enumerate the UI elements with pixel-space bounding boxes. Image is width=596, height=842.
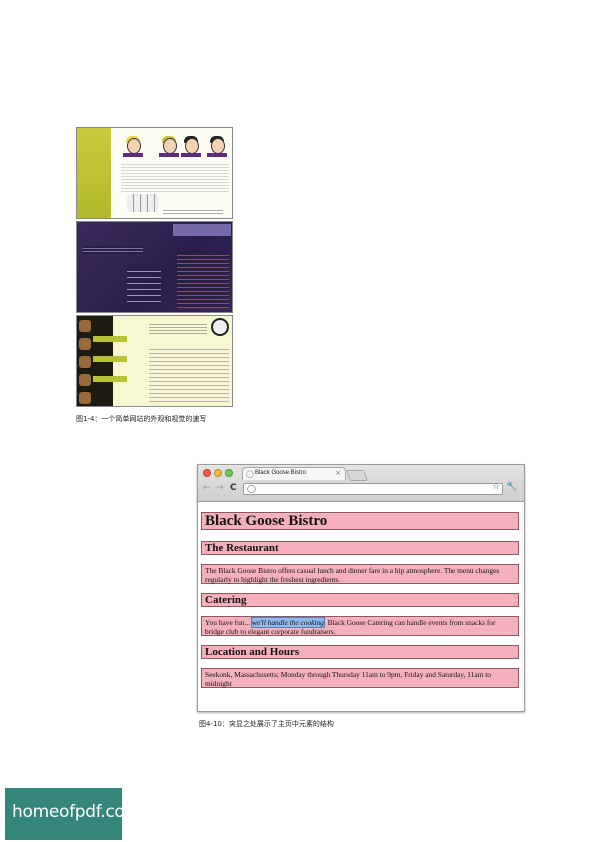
photo-thumbnail	[79, 338, 91, 350]
figure-caption: 图1-4：一个简单网站的外观和视觉的速写	[76, 415, 207, 423]
sketch-menu-item	[93, 336, 127, 342]
sketch-text-block	[149, 322, 207, 336]
coffee-cup-icon	[211, 318, 229, 336]
illustration-face	[159, 136, 179, 160]
close-icon[interactable]: ×	[335, 469, 341, 477]
section-heading: Location and Hours	[201, 645, 519, 659]
sketch-title-block	[173, 224, 231, 236]
section-paragraph: The Black Goose Bistro offers casual lun…	[201, 564, 519, 584]
sketch-menu	[127, 266, 161, 306]
paragraph-text: The Black Goose Bistro offers casual lun…	[205, 566, 500, 584]
maximize-window-button[interactable]	[225, 469, 233, 477]
close-window-button[interactable]	[203, 469, 211, 477]
forward-button[interactable]: →	[216, 483, 224, 493]
section-heading: Catering	[201, 593, 519, 607]
bookmark-star-icon[interactable]: ☆	[492, 482, 500, 492]
sketch-panel-1	[76, 127, 233, 219]
back-button[interactable]: ←	[203, 483, 211, 493]
section-heading: The Restaurant	[201, 541, 519, 555]
paragraph-text: You have fun... we'll handle the cooking…	[205, 617, 515, 636]
sketch-text-block	[149, 346, 229, 404]
section-heading-text: Catering	[205, 594, 247, 606]
page-heading: Black Goose Bistro	[201, 512, 519, 530]
sketch-sidebar	[77, 128, 111, 218]
watermark-logo: homeofpdf.com	[5, 788, 141, 840]
illustration-face	[207, 136, 227, 160]
reload-button[interactable]: C	[230, 483, 237, 493]
section-heading-text: Location and Hours	[205, 646, 300, 658]
photo-thumbnail	[79, 320, 91, 332]
sketch-panel-2	[76, 221, 233, 313]
page-icon: ◯	[246, 470, 254, 478]
section-paragraph: You have fun... we'll handle the cooking…	[201, 616, 519, 636]
new-tab-button[interactable]	[345, 470, 369, 481]
section-heading-text: The Restaurant	[205, 542, 279, 554]
section-paragraph: Seekonk, Massachusetts; Monday through T…	[201, 668, 519, 688]
sketch-menu-item	[93, 376, 127, 382]
sketch-panel-3	[76, 315, 233, 407]
sketch-text-block	[121, 162, 229, 192]
photo-thumbnail	[79, 374, 91, 386]
browser-window: ◯ Black Goose Bistro × ← → C ◯ ☆ 🔧 Black…	[197, 464, 525, 712]
sketch-text-block	[83, 246, 143, 254]
sketch-text-block	[163, 208, 223, 214]
watermark-text: homeofpdf.com	[12, 802, 141, 822]
wrench-icon[interactable]: 🔧	[506, 482, 517, 492]
paragraph-text: Seekonk, Massachusetts; Monday through T…	[205, 670, 492, 688]
browser-tab[interactable]: ◯ Black Goose Bistro ×	[242, 467, 346, 480]
photo-thumbnail	[79, 356, 91, 368]
sketch-text-block	[177, 252, 229, 308]
emphasis-text: we'll handle the cooking	[250, 617, 325, 628]
address-bar[interactable]: ◯	[243, 483, 503, 495]
page-heading-text: Black Goose Bistro	[205, 513, 328, 529]
minimize-window-button[interactable]	[214, 469, 222, 477]
sketch-menu-item	[93, 356, 127, 362]
illustration-group	[127, 194, 159, 212]
illustration-face	[181, 136, 201, 160]
paragraph-text-part: You have fun...	[205, 618, 252, 627]
illustration-face	[123, 136, 143, 160]
figure-caption: 图4-10：突显之处展示了主页中元素的结构	[199, 720, 334, 728]
page-content: Black Goose Bistro The Restaurant The Bl…	[198, 502, 524, 711]
tab-title: Black Goose Bistro	[255, 470, 307, 476]
page-icon: ◯	[247, 484, 256, 493]
browser-toolbar: ◯ Black Goose Bistro × ← → C ◯ ☆ 🔧	[198, 465, 524, 502]
figure-1-4	[76, 127, 233, 407]
photo-thumbnail	[79, 392, 91, 404]
